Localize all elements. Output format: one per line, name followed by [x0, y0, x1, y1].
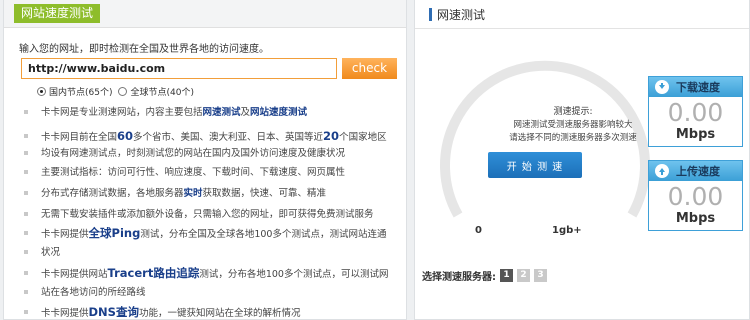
panel-title: 网站速度测试 [14, 4, 101, 23]
bullet-text: 卡卡网目前在全国 [41, 132, 118, 143]
panel-header: 网站速度测试 [4, 0, 406, 28]
bullet-text: 卡卡网是专业测速网站，内容主要包括 [41, 107, 203, 118]
bullet-highlight: 60 [117, 129, 134, 143]
bullet-link-dns[interactable]: DNS查询 [89, 305, 139, 319]
gauge-min-label: 0 [475, 225, 482, 236]
bullet-link-ping[interactable]: 全球Ping [89, 226, 141, 240]
bullet-text: 均设有网速测试点，时刻测试您的网站在国内及国外访问速度及健康状况 [41, 148, 346, 159]
list-item-continued: 站在各地访问的所经路线 [22, 284, 402, 301]
bullet-text: 测试，分布全国及全球各地100多个测试点，测试网站连通 [140, 229, 387, 240]
gauge-max-label: 1gb+ [552, 225, 582, 236]
radio-icon-selected[interactable] [37, 87, 46, 96]
domestic-node-label: 国内节点(65个) [49, 88, 113, 98]
bullet-text: 及 [240, 107, 251, 118]
bullet-link-speedtest[interactable]: 网速测试 [203, 107, 241, 118]
tip-title: 测速提示: [553, 107, 593, 117]
server-option-1[interactable]: 1 [500, 269, 513, 282]
list-item: 无需下载安装插件或添加额外设备，只需输入您的网址，即可获得免费测试服务 [22, 206, 402, 223]
site-speed-panel: 网站速度测试 输入您的网址，即时检测在全国及世界各地的访问速度。 check 国… [3, 0, 407, 320]
list-item: 卡卡网提供网站Tracert路由追踪测试，分布各地100多个测试点，可以测试网 [22, 265, 402, 283]
bullet-highlight: 实时 [183, 188, 203, 199]
node-options: 国内节点(65个) 全球节点(40个) [37, 85, 200, 98]
bullet-text: 卡卡网提供 [41, 308, 89, 319]
server-option-2[interactable]: 2 [517, 269, 530, 282]
panel-title: 网速测试 [429, 6, 485, 23]
title-bar-icon [429, 8, 432, 21]
bullet-link-tracert[interactable]: Tracert路由追踪 [108, 266, 200, 280]
url-input[interactable] [21, 58, 337, 79]
upload-speed-unit: Mbps [675, 211, 716, 226]
download-speed-label: 下载速度 [676, 81, 720, 94]
upload-speed-box: 上传速度 0.00 Mbps [648, 160, 743, 231]
arrow-down-icon [655, 80, 669, 94]
speed-gauge [440, 60, 650, 218]
bullet-text: 站在各地访问的所经路线 [41, 287, 146, 298]
list-item: 卡卡网目前在全国60多个省市、美国、澳大利亚、日本、英国等近20个国家地区 [22, 128, 402, 146]
download-speed-box: 下载速度 0.00 Mbps [648, 76, 743, 147]
list-item: 分布式存储测试数据，各地服务器实时获取数据，快速、可靠、精准 [22, 185, 402, 202]
download-speed-value: 0.00 [667, 98, 724, 127]
domestic-node-option[interactable]: 国内节点(65个) [37, 85, 112, 98]
server-option-3[interactable]: 3 [534, 269, 547, 282]
upload-speed-header: 上传速度 [649, 161, 742, 181]
global-node-label: 全球节点(40个) [130, 88, 194, 98]
bullet-highlight: 20 [323, 129, 340, 143]
upload-speed-label: 上传速度 [676, 165, 720, 178]
bullet-text: 个国家地区 [339, 132, 387, 143]
list-item-continued: 状况 [22, 244, 402, 261]
bullet-text: 卡卡网提供 [41, 229, 89, 240]
list-item-continued: 均设有网速测试点，时刻测试您的网站在国内及国外访问速度及健康状况 [22, 145, 402, 162]
server-selector-label: 选择测速服务器: [422, 272, 496, 283]
list-item: 卡卡网提供DNS查询功能，一键获知网站在全球的解析情况 [22, 304, 402, 319]
bullet-text: 获取数据，快速、可靠、精准 [202, 188, 327, 199]
network-speed-panel: 网速测试 测速提示: 网速测试受测速服务器影响较大 请选择不同的测速服务器多次测… [414, 0, 750, 320]
intro-text: 输入您的网址，即时检测在全国及世界各地的访问速度。 [19, 44, 269, 55]
bullet-link-site-speedtest[interactable]: 网站速度测试 [250, 107, 307, 118]
check-button[interactable]: check [342, 58, 397, 79]
bullet-text: 状况 [41, 247, 61, 258]
upload-speed-value: 0.00 [667, 182, 724, 211]
bullet-text: 主要测试指标：访问可行性、响应速度、下载时间、下载速度、网页属性 [41, 167, 346, 178]
list-item: 卡卡网是专业测速网站，内容主要包括网速测试及网站速度测试 [22, 104, 402, 121]
global-node-option[interactable]: 全球节点(40个) [118, 85, 194, 98]
arrow-up-icon [655, 164, 669, 178]
bullet-text: 测试，分布各地100多个测试点，可以测试网 [199, 269, 389, 280]
server-selector: 选择测速服务器: 1 2 3 [422, 268, 547, 283]
bullet-text: 卡卡网提供网站 [41, 269, 108, 280]
panel-title-text: 网速测试 [437, 8, 486, 22]
list-item: 卡卡网提供全球Ping测试，分布全国及全球各地100多个测试点，测试网站连通 [22, 225, 402, 243]
bullet-text: 多个省市、美国、澳大利亚、日本、英国等近 [133, 132, 324, 143]
divider [415, 28, 749, 29]
bullet-text: 分布式存储测试数据，各地服务器 [41, 188, 184, 199]
download-speed-header: 下载速度 [649, 77, 742, 97]
download-speed-unit: Mbps [675, 127, 716, 142]
radio-icon[interactable] [118, 87, 128, 96]
bullet-text: 无需下载安装插件或添加额外设备，只需输入您的网址，即可获得免费测试服务 [41, 209, 374, 220]
start-test-button[interactable]: 开 始 测 速 [488, 152, 582, 178]
list-item: 主要测试指标：访问可行性、响应速度、下载时间、下载速度、网页属性 [22, 164, 402, 181]
bullet-text: 功能，一键获知网站在全球的解析情况 [138, 308, 301, 319]
